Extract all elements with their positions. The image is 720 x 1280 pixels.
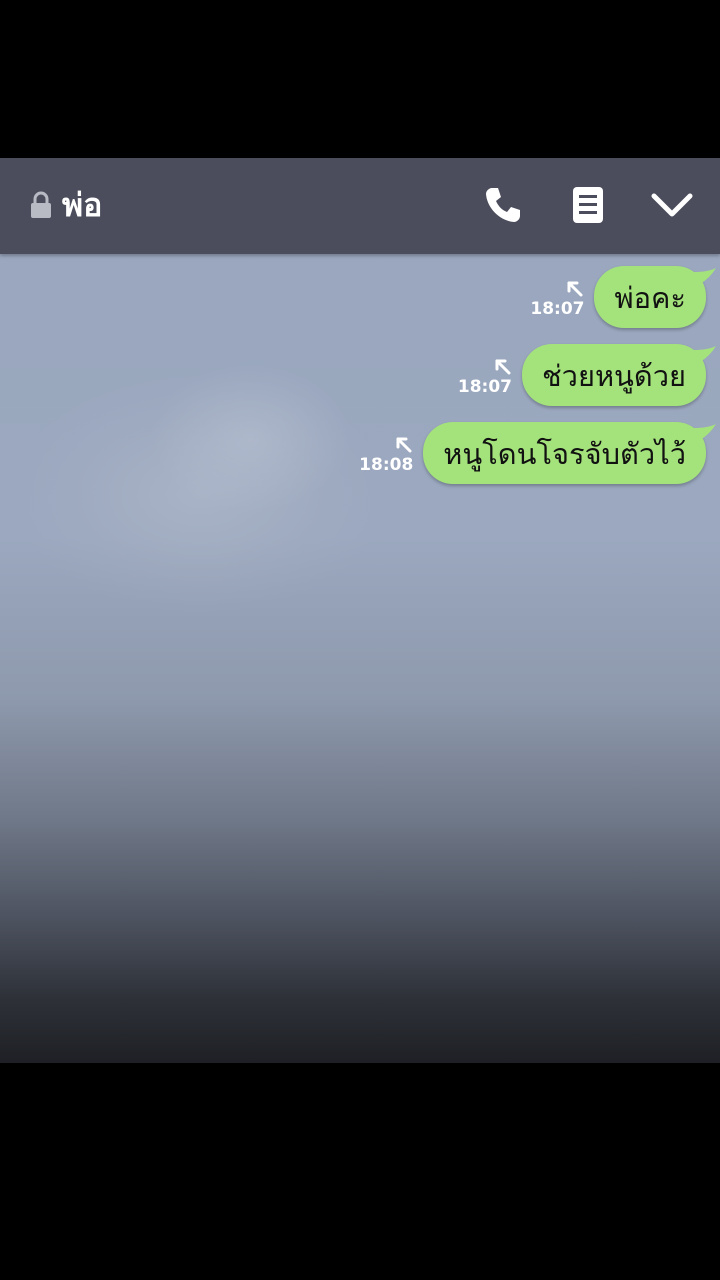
bubble-tail bbox=[694, 424, 716, 440]
notes-icon bbox=[573, 187, 603, 223]
message-time: 18:07 bbox=[530, 299, 585, 319]
message-text: พ่อคะ bbox=[614, 281, 686, 315]
message-text: ช่วยหนูด้วย bbox=[541, 359, 686, 393]
background-cloud bbox=[150, 364, 350, 514]
read-arrow-icon bbox=[495, 359, 511, 375]
call-button[interactable] bbox=[478, 180, 528, 230]
phone-icon bbox=[486, 188, 520, 222]
message-row: 18:08 หนูโดนโจรจับตัวไว้ bbox=[359, 422, 716, 484]
screen: พ่อ 18:07 พ่อคะ 18:07 ช่วยหนูด้วย 18:08 … bbox=[0, 0, 720, 1280]
bubble-tail bbox=[694, 346, 716, 362]
message-time: 18:07 bbox=[457, 377, 512, 397]
chat-title: พ่อ bbox=[62, 186, 103, 224]
message-row: 18:07 ช่วยหนูด้วย bbox=[458, 344, 716, 406]
top-letterbox bbox=[0, 0, 720, 158]
message-meta: 18:08 bbox=[359, 436, 413, 476]
lock-icon bbox=[31, 191, 51, 218]
message-bubble[interactable]: ช่วยหนูด้วย bbox=[521, 344, 716, 406]
read-arrow-icon bbox=[396, 437, 412, 453]
bubble-tail bbox=[694, 268, 716, 284]
message-text: หนูโดนโจรจับตัวไว้ bbox=[443, 437, 686, 471]
message-time: 18:08 bbox=[359, 455, 414, 475]
message-meta: 18:07 bbox=[530, 280, 584, 320]
chevron-down-icon bbox=[651, 193, 693, 217]
message-bubble[interactable]: หนูโดนโจรจับตัวไว้ bbox=[423, 422, 716, 484]
bottom-letterbox bbox=[0, 1063, 720, 1280]
message-meta: 18:07 bbox=[458, 358, 512, 398]
read-arrow-icon bbox=[567, 281, 583, 297]
message-row: 18:07 พ่อคะ bbox=[530, 266, 716, 328]
message-bubble[interactable]: พ่อคะ bbox=[594, 266, 716, 328]
collapse-button[interactable] bbox=[647, 180, 697, 230]
notes-button[interactable] bbox=[563, 180, 613, 230]
